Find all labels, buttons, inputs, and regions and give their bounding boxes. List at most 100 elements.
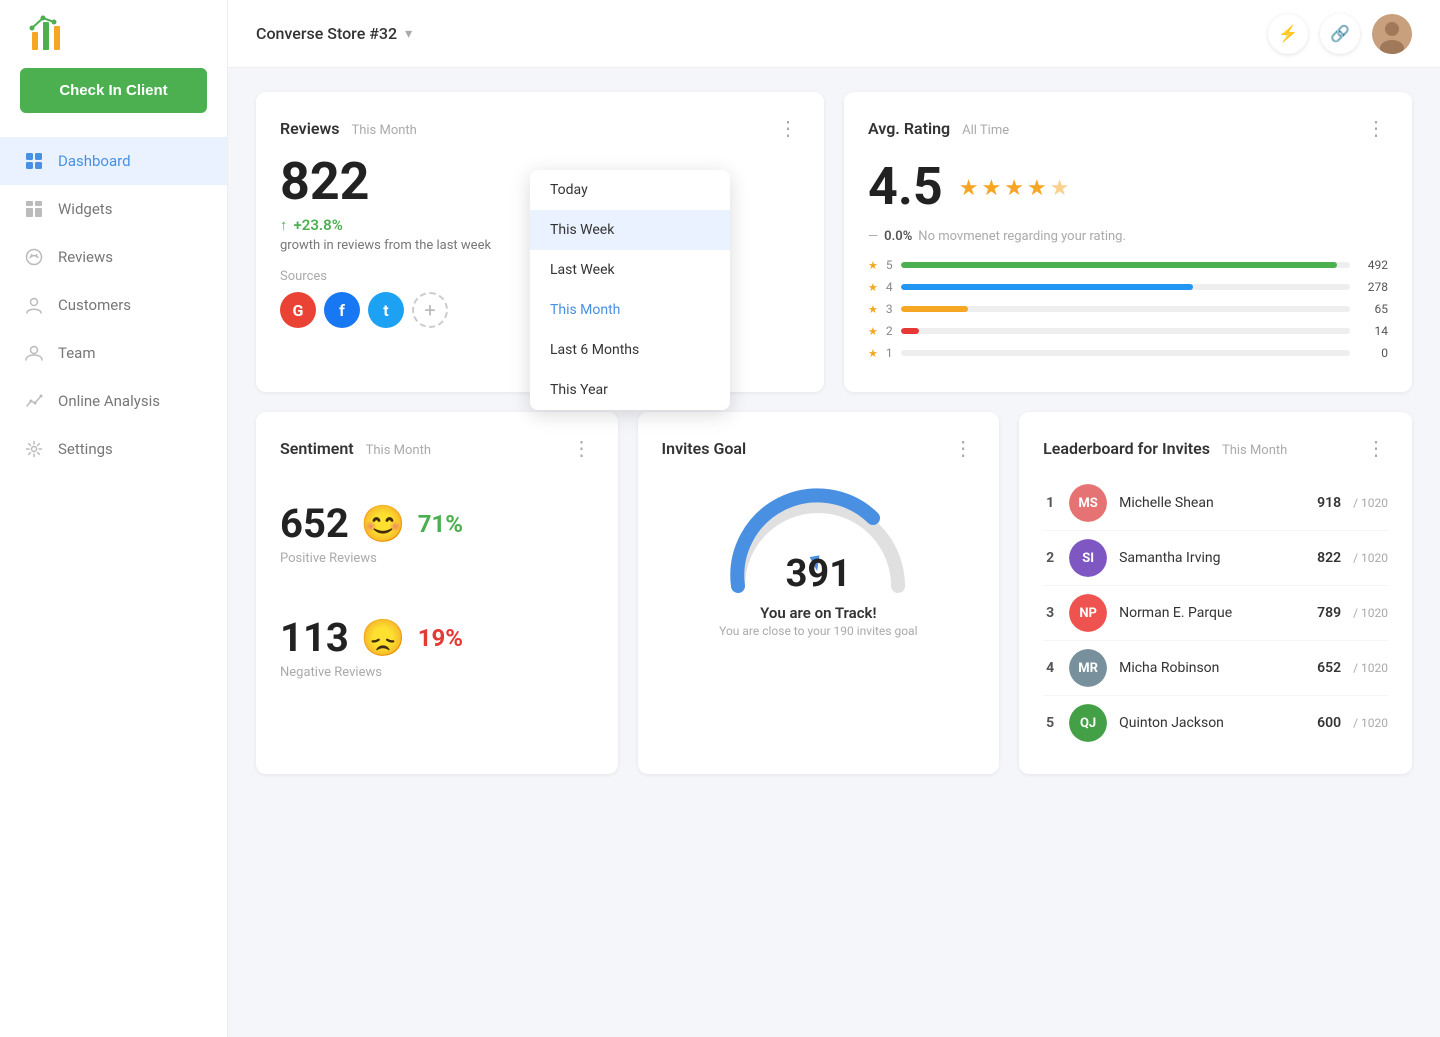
reviews-icon [24, 247, 44, 267]
star-icon-4: ★ [868, 281, 878, 294]
link-icon: 🔗 [1330, 24, 1350, 44]
lb-avatar: MS [1069, 484, 1107, 522]
bar-row-3: ★ 3 65 [868, 302, 1388, 316]
reviews-card-header: Reviews This Month ⋮ [280, 116, 800, 140]
lb-score: 789 [1317, 605, 1341, 621]
lb-avatar-circle: MS [1069, 484, 1107, 522]
reviews-card-subtitle: This Month [351, 123, 416, 138]
dropdown-item-last-6-months[interactable]: Last 6 Months [530, 330, 730, 370]
sidebar-item-label: Reviews [58, 248, 113, 266]
negative-sentiment: 113 😞 19% [280, 614, 594, 661]
invites-more-icon[interactable]: ⋮ [953, 436, 975, 460]
invites-card-header: Invites Goal ⋮ [662, 436, 976, 460]
negative-label: Negative Reviews [280, 665, 594, 680]
bar-track-4 [901, 284, 1350, 290]
lb-rank: 2 [1043, 550, 1057, 566]
online-analysis-icon [24, 391, 44, 411]
dashboard-icon [24, 151, 44, 171]
google-source-icon[interactable]: G [280, 292, 316, 328]
growth-pct: +23.8% [294, 216, 343, 234]
avg-rating-card-header: Avg. Rating All Time ⋮ [868, 116, 1388, 140]
user-avatar[interactable] [1372, 14, 1412, 54]
lb-avatar-circle: NP [1069, 594, 1107, 632]
lb-total: / 1020 [1353, 716, 1388, 730]
checkin-button[interactable]: Check In Client [20, 68, 207, 113]
leaderboard-more-icon[interactable]: ⋮ [1366, 436, 1388, 460]
lb-avatar: SI [1069, 539, 1107, 577]
avg-rating-more-icon[interactable]: ⋮ [1366, 116, 1388, 140]
avg-rating-value: 4.5 [868, 156, 943, 217]
sidebar-item-team[interactable]: Team [0, 329, 227, 377]
store-selector[interactable]: Converse Store #32 ▾ [256, 24, 412, 43]
bar-fill-3 [901, 306, 968, 312]
sidebar-item-online-analysis[interactable]: Online Analysis [0, 377, 227, 425]
chevron-down-icon: ▾ [405, 26, 412, 42]
twitter-source-icon[interactable]: t [368, 292, 404, 328]
lb-total: / 1020 [1353, 496, 1388, 510]
leaderboard-item: 5 QJ Quinton Jackson 600 / 1020 [1043, 696, 1388, 750]
positive-count: 652 [280, 500, 349, 547]
leaderboard-card: Leaderboard for Invites This Month ⋮ 1 M… [1019, 412, 1412, 774]
sidebar-item-label: Widgets [58, 200, 112, 218]
sidebar-item-widgets[interactable]: Widgets [0, 185, 227, 233]
bar-track-3 [901, 306, 1350, 312]
dropdown-item-this-year[interactable]: This Year [530, 370, 730, 410]
bar-track-2 [901, 328, 1350, 334]
store-name: Converse Store #32 [256, 24, 397, 43]
sidebar-nav: Dashboard Widgets [0, 137, 227, 473]
lb-rank: 3 [1043, 605, 1057, 621]
lb-avatar: NP [1069, 594, 1107, 632]
logo [0, 0, 227, 68]
dropdown-item-last-week[interactable]: Last Week [530, 250, 730, 290]
rating-stars: ★ ★ ★ ★ ★ [959, 176, 1070, 201]
bar-val-5: 492 [1358, 258, 1388, 272]
bar-label-2: 2 [886, 324, 893, 338]
lb-rank: 5 [1043, 715, 1057, 731]
dropdown-item-today[interactable]: Today [530, 170, 730, 210]
leaderboard-item: 3 NP Norman E. Parque 789 / 1020 [1043, 586, 1388, 641]
reviews-card-more-icon[interactable]: ⋮ [778, 116, 800, 140]
leaderboard-subtitle: This Month [1222, 443, 1287, 458]
invites-title-group: Invites Goal [662, 439, 747, 458]
bar-track-5 [901, 262, 1350, 268]
movement-text: No movmenet regarding your rating. [918, 229, 1126, 244]
bolt-icon: ⚡ [1278, 24, 1298, 44]
lb-score: 600 [1317, 715, 1341, 731]
avg-rating-title-group: Avg. Rating All Time [868, 119, 1009, 138]
star-icon-3: ★ [868, 303, 878, 316]
bar-row-2: ★ 2 14 [868, 324, 1388, 338]
sidebar-item-settings[interactable]: Settings [0, 425, 227, 473]
dropdown-item-this-week[interactable]: This Week [530, 210, 730, 250]
header: Converse Store #32 ▾ ⚡ 🔗 [228, 0, 1440, 68]
sidebar-item-label: Settings [58, 440, 113, 458]
happy-emoji-icon: 😊 [361, 503, 406, 545]
sentiment-card: Sentiment This Month ⋮ 652 😊 71% Positiv… [256, 412, 618, 774]
sentiment-subtitle: This Month [366, 443, 431, 458]
star-2: ★ [981, 176, 1001, 201]
facebook-source-icon[interactable]: f [324, 292, 360, 328]
lb-total: / 1020 [1353, 551, 1388, 565]
star-1: ★ [959, 176, 979, 201]
bar-val-2: 14 [1358, 324, 1388, 338]
sidebar-item-customers[interactable]: Customers [0, 281, 227, 329]
bar-val-4: 278 [1358, 280, 1388, 294]
bar-val-3: 65 [1358, 302, 1388, 316]
leaderboard-item: 2 SI Samantha Irving 822 / 1020 [1043, 531, 1388, 586]
movement-dash-icon: — [868, 229, 878, 244]
lb-name: Michelle Shean [1119, 495, 1305, 511]
bar-fill-4 [901, 284, 1193, 290]
avg-rating-card: Avg. Rating All Time ⋮ 4.5 ★ ★ ★ ★ ★ [844, 92, 1412, 392]
sad-emoji-icon: 😞 [361, 617, 406, 659]
add-source-button[interactable]: + [412, 292, 448, 328]
negative-count: 113 [280, 614, 349, 661]
sidebar-item-reviews[interactable]: Reviews [0, 233, 227, 281]
dropdown-item-this-month[interactable]: This Month [530, 290, 730, 330]
positive-label: Positive Reviews [280, 551, 594, 566]
header-actions: ⚡ 🔗 [1268, 14, 1412, 54]
bolt-button[interactable]: ⚡ [1268, 14, 1308, 54]
invites-sub-label: You are close to your 190 invites goal [719, 624, 917, 638]
reviews-card-title: Reviews [280, 119, 340, 138]
sidebar-item-dashboard[interactable]: Dashboard [0, 137, 227, 185]
link-button[interactable]: 🔗 [1320, 14, 1360, 54]
sentiment-more-icon[interactable]: ⋮ [572, 436, 594, 460]
